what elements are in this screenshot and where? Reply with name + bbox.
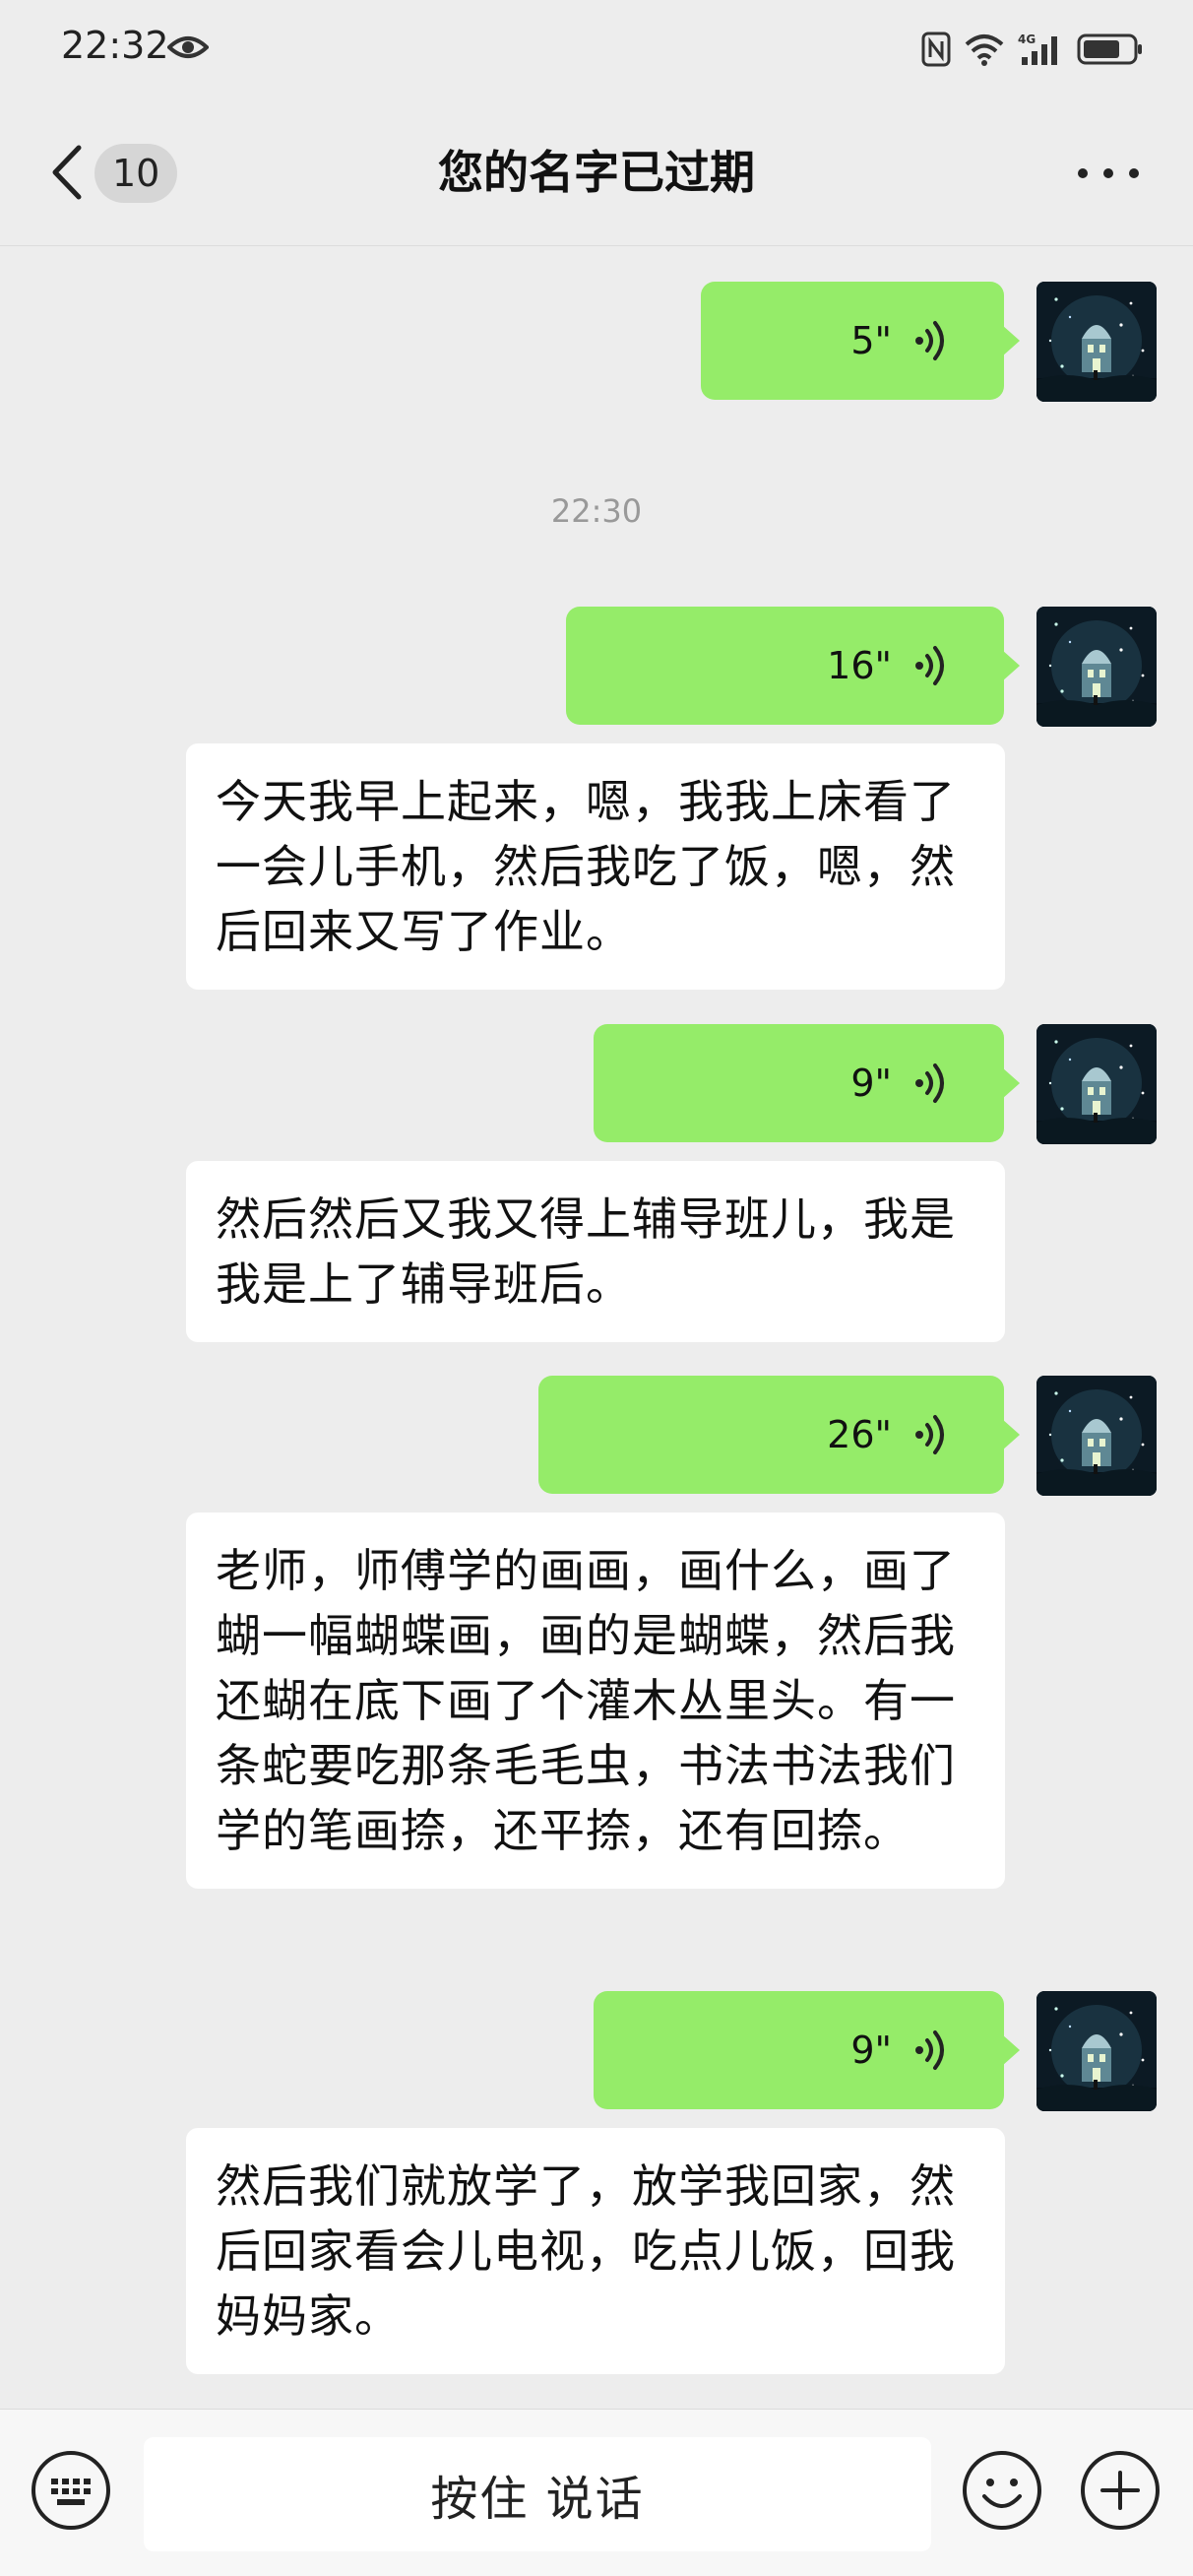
- battery-icon: [1077, 33, 1142, 65]
- avatar[interactable]: [1036, 282, 1157, 402]
- voice-message[interactable]: 26": [538, 1376, 1020, 1494]
- avatar[interactable]: [1036, 1376, 1157, 1496]
- avatar[interactable]: [1036, 1024, 1157, 1144]
- eye-icon: [167, 36, 209, 58]
- emoji-icon[interactable]: [961, 2449, 1043, 2532]
- nfc-icon: [921, 32, 951, 67]
- voice-transcript: 今天我早上起来，嗯，我我上床看了一会儿手机，然后我吃了饭，嗯，然后回来又写了作业…: [186, 743, 1005, 990]
- chat-area[interactable]: 5" 22:30 16" 今天我早上起来，嗯，我我上床看了一会儿手机，然后我吃了…: [0, 246, 1193, 2409]
- back-icon[interactable]: [47, 142, 87, 203]
- message-timestamp: 22:30: [550, 492, 643, 530]
- voice-wave-icon: [913, 1063, 944, 1103]
- status-icons: 4G: [921, 28, 1144, 71]
- avatar[interactable]: [1036, 607, 1157, 727]
- input-bar: 按住 说话: [0, 2409, 1193, 2576]
- voice-duration: 5": [850, 319, 892, 362]
- voice-message[interactable]: 16": [566, 607, 1020, 725]
- voice-duration: 26": [827, 1413, 892, 1456]
- voice-message[interactable]: 9": [594, 1024, 1020, 1142]
- keyboard-icon[interactable]: [30, 2449, 112, 2532]
- svg-text:4G: 4G: [1018, 32, 1036, 46]
- chat-header: 10 您的名字已过期: [0, 98, 1193, 246]
- status-time: 22:32: [61, 24, 169, 67]
- voice-wave-icon: [913, 1415, 944, 1454]
- voice-transcript: 然后然后又我又得上辅导班儿，我是我是上了辅导班后。: [186, 1161, 1005, 1342]
- voice-wave-icon: [913, 2030, 944, 2070]
- voice-transcript: 老师，师傅学的画画，画什么，画了蝴一幅蝴蝶画，画的是蝴蝶，然后我还蝴在底下画了个…: [186, 1513, 1005, 1889]
- avatar[interactable]: [1036, 1991, 1157, 2111]
- unread-count-badge[interactable]: 10: [94, 144, 178, 203]
- voice-duration: 9": [850, 2029, 892, 2072]
- plus-icon[interactable]: [1079, 2449, 1162, 2532]
- 4g-signal-icon: 4G: [1018, 32, 1057, 65]
- voice-wave-icon: [913, 321, 944, 360]
- voice-message[interactable]: 5": [701, 282, 1020, 400]
- voice-message[interactable]: 9": [594, 1991, 1020, 2109]
- voice-duration: 9": [850, 1062, 892, 1105]
- voice-duration: 16": [827, 644, 892, 687]
- voice-transcript: 然后我们就放学了，放学我回家，然后回家看会儿电视，吃点儿饭，回我妈妈家。: [186, 2128, 1005, 2374]
- hold-to-talk-button[interactable]: 按住 说话: [144, 2437, 931, 2551]
- chat-title: 您的名字已过期: [438, 146, 755, 199]
- more-options-icon[interactable]: [1077, 167, 1140, 179]
- voice-wave-icon: [913, 646, 944, 685]
- wifi-icon: [965, 34, 1004, 66]
- status-bar: 22:32 4G: [0, 0, 1193, 98]
